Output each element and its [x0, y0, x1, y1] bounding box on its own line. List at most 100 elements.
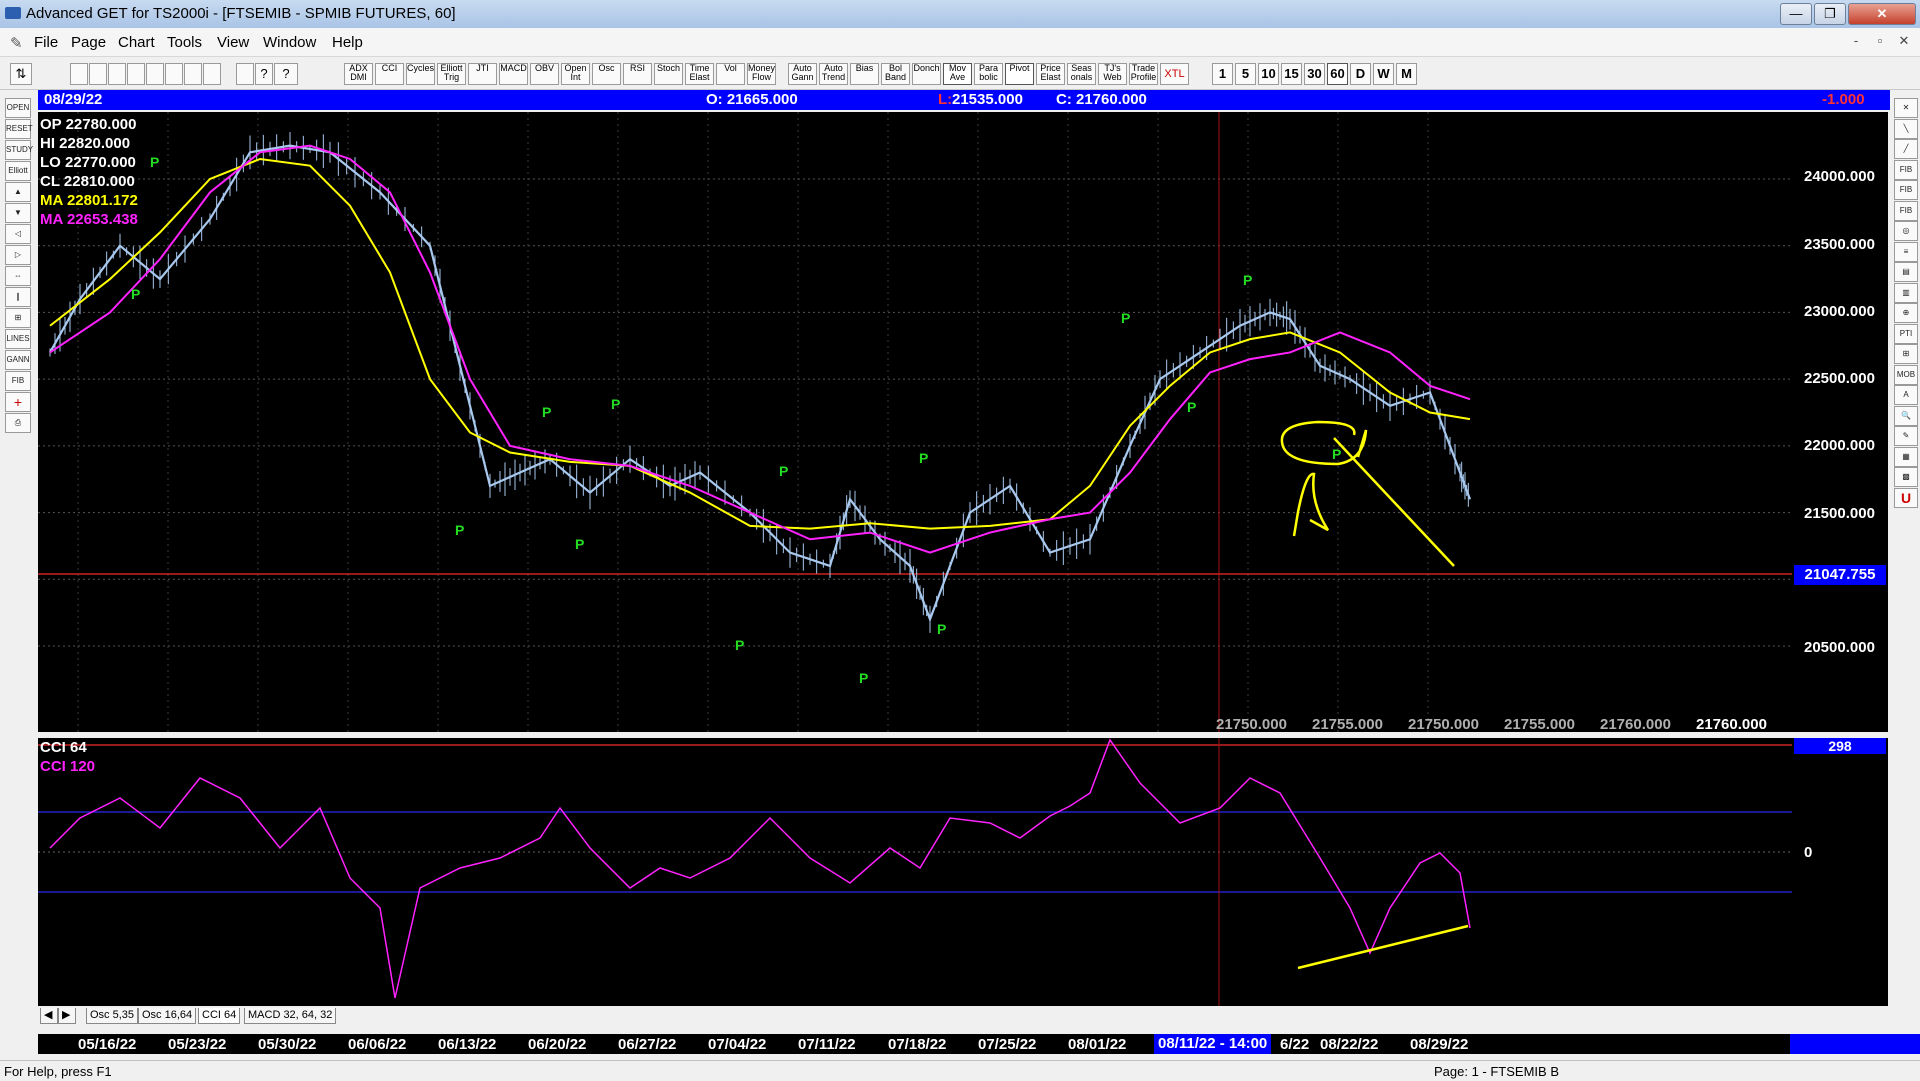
right-tool-1-icon[interactable]: ╲ [1894, 118, 1918, 139]
right-tool-3-icon[interactable]: FIB RET [1894, 159, 1918, 192]
interval-button-10[interactable]: 10 [1258, 63, 1279, 85]
left-tool-11-icon[interactable]: LINES [5, 329, 31, 349]
left-tool-6-icon[interactable]: ◁ [5, 224, 31, 244]
right-tool-6-icon[interactable]: ◎ [1894, 221, 1918, 241]
right-tool-4-icon[interactable]: FIB EXT [1894, 180, 1918, 212]
page-icon[interactable] [146, 63, 164, 85]
context-help-icon[interactable]: ? [274, 63, 298, 85]
right-tool-19-icon[interactable]: U [1894, 487, 1918, 508]
interval-button-30[interactable]: 30 [1304, 63, 1325, 85]
maximize-button[interactable]: ❐ [1814, 3, 1846, 25]
study-button-pivot[interactable]: Pivot [1005, 63, 1034, 85]
mdi-minimize-button[interactable]: - [1846, 33, 1866, 51]
interval-button-m[interactable]: M [1396, 63, 1417, 85]
left-tool-5-icon[interactable]: ▼ [5, 203, 31, 223]
study-button-time-elast[interactable]: Time Elast [685, 63, 714, 85]
right-tool-16-icon[interactable]: ✎ [1894, 426, 1918, 446]
study-button-bol-band[interactable]: Bol Band [881, 63, 910, 85]
study-button-vol[interactable]: Vol [716, 63, 745, 85]
cci-panel[interactable]: CCI 64 CCI 120 [38, 738, 1792, 1006]
interval-button-d[interactable]: D [1350, 63, 1371, 85]
tab-macd[interactable]: MACD 32, 64, 32 [244, 1008, 337, 1024]
menu-help[interactable]: Help [332, 34, 363, 51]
mdi-close-button[interactable]: ✕ [1894, 33, 1914, 51]
interval-button-60[interactable]: 60 [1327, 63, 1348, 85]
mdi-restore-button[interactable]: ▫ [1870, 33, 1890, 51]
tab-osc-5-35[interactable]: Osc 5,35 [86, 1008, 139, 1024]
left-tool-15-icon[interactable]: ⎙ [5, 413, 31, 433]
left-tool-10-icon[interactable]: ⊞ [5, 308, 31, 328]
study-button-cci[interactable]: CCI [375, 63, 404, 85]
study-button-obv[interactable]: OBV [530, 63, 559, 85]
left-tool-9-icon[interactable]: ∥ [5, 287, 31, 307]
right-tool-9-icon[interactable]: ▥ [1894, 282, 1918, 303]
study-button-jti[interactable]: JTI [468, 63, 497, 85]
pointer-tool-icon[interactable]: ⇅ [10, 63, 32, 85]
paste-icon[interactable] [127, 63, 145, 85]
price-chart-panel[interactable] [38, 112, 1792, 732]
layout-icon[interactable] [165, 63, 183, 85]
hint-icon[interactable]: ? [255, 63, 273, 85]
menu-chart[interactable]: Chart [118, 34, 155, 51]
interval-button-1[interactable]: 1 [1212, 63, 1233, 85]
minimize-button[interactable]: — [1780, 3, 1812, 25]
study-button-money-flow[interactable]: Money Flow [747, 63, 776, 85]
left-tool-14-icon[interactable]: + [5, 392, 31, 412]
right-tool-12-icon[interactable]: ⊞ [1894, 344, 1918, 364]
grid-icon[interactable] [184, 63, 202, 85]
study-button-auto-gann[interactable]: Auto Gann [788, 63, 817, 85]
right-tool-8-icon[interactable]: ▤ [1894, 262, 1918, 282]
right-tool-2-icon[interactable]: ╱ [1894, 139, 1918, 159]
price-chart-svg[interactable] [38, 112, 1792, 732]
right-tool-13-icon[interactable]: MOB [1894, 364, 1918, 385]
interval-button-15[interactable]: 15 [1281, 63, 1302, 85]
tab-osc-16-64[interactable]: Osc 16,64 [138, 1008, 197, 1024]
study-button-elliott-trig[interactable]: Elliott Trig [437, 63, 466, 85]
left-tool-0-icon[interactable]: OPEN [5, 98, 31, 118]
right-tool-18-icon[interactable]: ▩ [1894, 467, 1918, 487]
interval-button-5[interactable]: 5 [1235, 63, 1256, 85]
left-tool-2-icon[interactable]: STUDY [5, 140, 33, 160]
tab-cci-64[interactable]: CCI 64 [198, 1008, 241, 1024]
menu-file[interactable]: File [34, 34, 58, 51]
study-button-mov-ave[interactable]: Mov Ave [943, 63, 972, 85]
study-button-adx-dmi[interactable]: ADX DMI [344, 63, 373, 85]
right-tool-0-icon[interactable]: ✕ [1894, 98, 1918, 118]
left-tool-13-icon[interactable]: FIB [5, 371, 31, 391]
left-tool-12-icon[interactable]: GANN [5, 350, 31, 370]
left-tool-4-icon[interactable]: ▲ [5, 182, 31, 202]
right-tool-15-icon[interactable]: 🔍 [1894, 405, 1918, 426]
right-tool-7-icon[interactable]: ≡ [1894, 241, 1918, 262]
new-icon[interactable] [70, 63, 88, 85]
left-tool-3-icon[interactable]: Elliott [5, 161, 31, 181]
right-tool-11-icon[interactable]: PTI [1894, 323, 1918, 344]
tab-scroll-right-icon[interactable]: ▶ [58, 1008, 76, 1024]
study-button-tj-s-web[interactable]: TJ's Web [1098, 63, 1127, 85]
menu-view[interactable]: View [217, 34, 249, 51]
study-button-stoch[interactable]: Stoch [654, 63, 683, 85]
study-button-osc[interactable]: Osc [592, 63, 621, 85]
study-button-xtl[interactable]: XTL [1160, 63, 1189, 85]
study-button-trade-profile[interactable]: Trade Profile [1129, 63, 1158, 85]
left-tool-8-icon[interactable]: ⇔ [5, 266, 31, 286]
save-icon[interactable] [89, 63, 107, 85]
right-tool-17-icon[interactable]: ▦ [1894, 446, 1918, 467]
right-tool-5-icon[interactable]: FIB TIME [1894, 200, 1918, 233]
cci-chart-svg[interactable] [38, 738, 1792, 1006]
menu-page[interactable]: Page [71, 34, 106, 51]
print-icon[interactable] [236, 63, 254, 85]
study-button-cycles[interactable]: Cycles [406, 63, 435, 85]
study-button-para-bolic[interactable]: Para bolic [974, 63, 1003, 85]
menu-tools[interactable]: Tools [167, 34, 202, 51]
study-button-open-int[interactable]: Open Int [561, 63, 590, 85]
window-icon[interactable] [203, 63, 221, 85]
tab-scroll-left-icon[interactable]: ◀ [40, 1008, 58, 1024]
study-button-price-elast[interactable]: Price Elast [1036, 63, 1065, 85]
right-tool-14-icon[interactable]: A [1894, 385, 1918, 405]
study-button-macd[interactable]: MACD [499, 63, 528, 85]
study-button-auto-trend[interactable]: Auto Trend [819, 63, 848, 85]
close-button[interactable]: ✕ [1848, 3, 1916, 25]
left-tool-7-icon[interactable]: ▷ [5, 245, 31, 265]
study-button-seas-onals[interactable]: Seas onals [1067, 63, 1096, 85]
copy-icon[interactable] [108, 63, 126, 85]
